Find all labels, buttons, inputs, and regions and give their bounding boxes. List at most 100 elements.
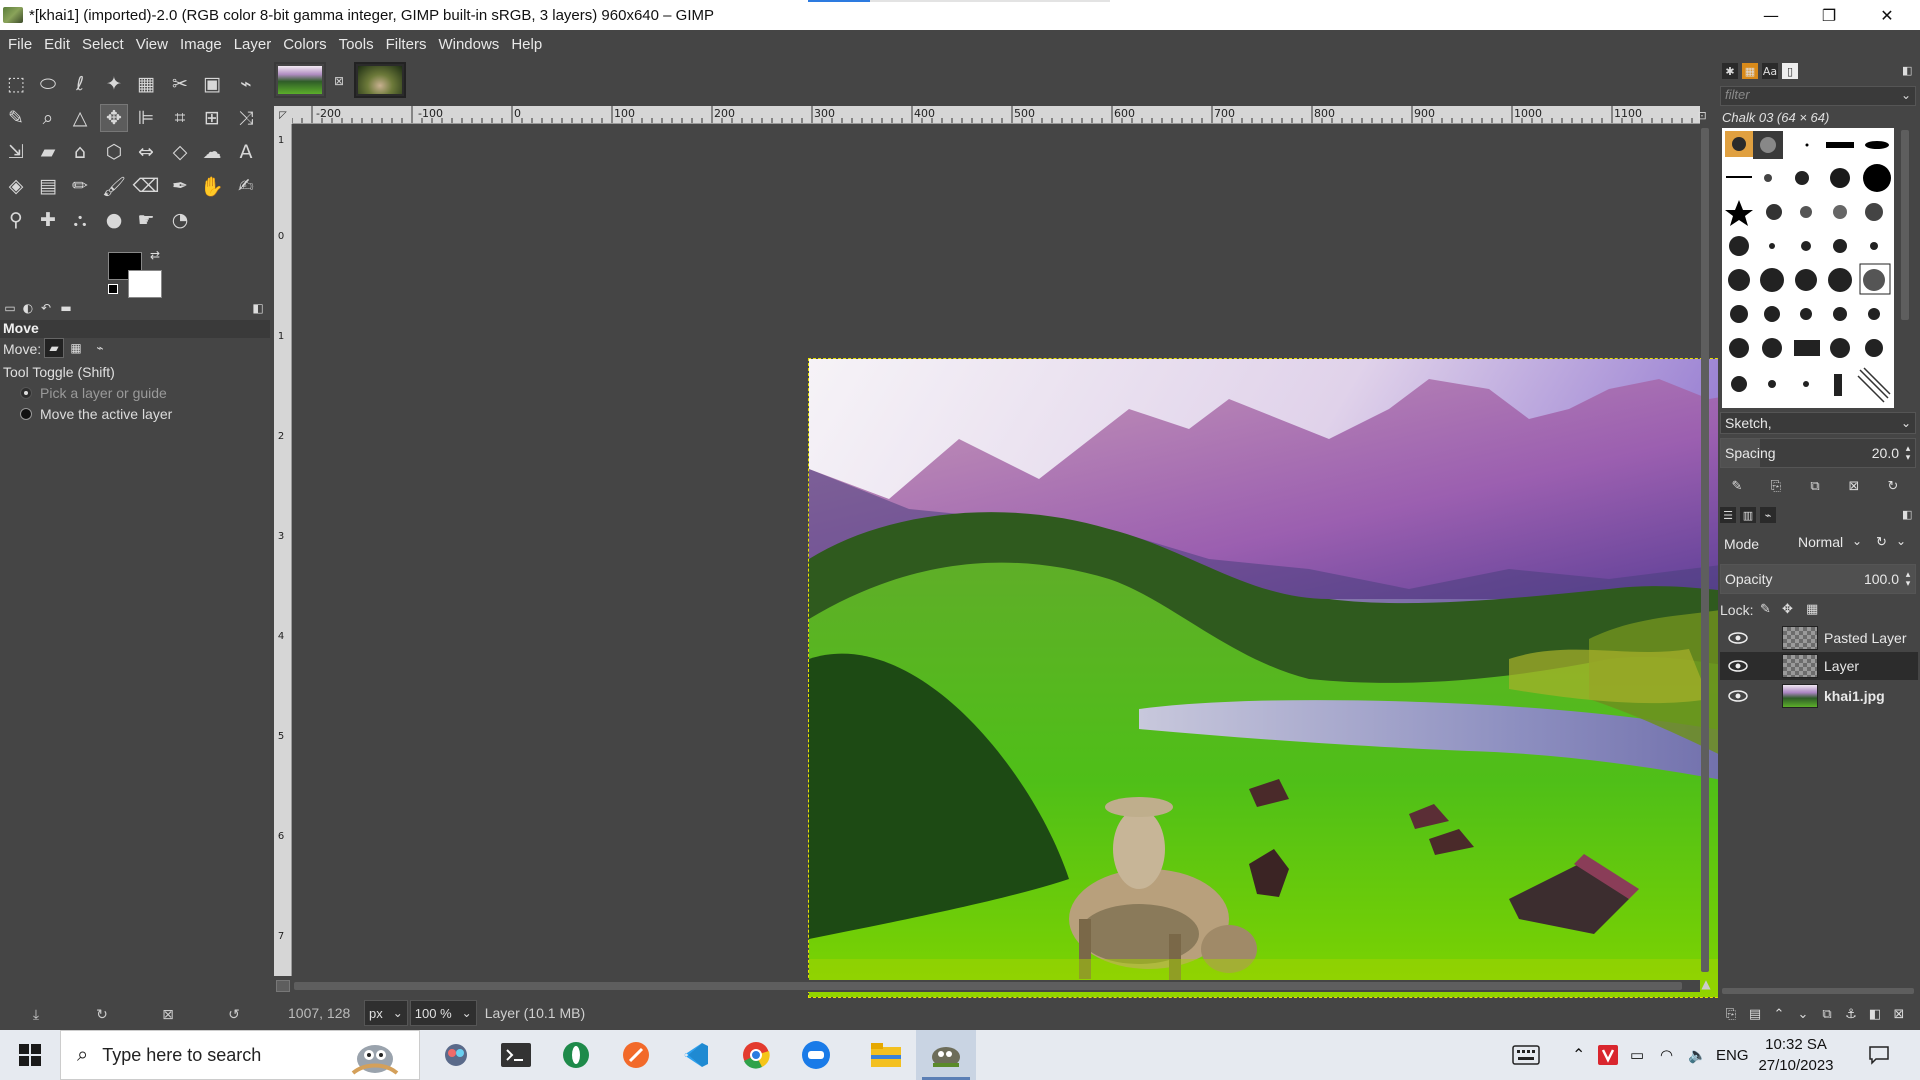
scale-tool-icon[interactable]: ⇲ (2, 138, 30, 166)
shear-tool-icon[interactable]: ▰ (34, 138, 62, 166)
taskbar-app-explorer[interactable] (856, 1030, 916, 1080)
zoom-select[interactable]: 100 % ⌄ (409, 1000, 477, 1026)
select-by-color-tool-icon[interactable]: ▦ (132, 70, 160, 98)
vertical-scrollbar[interactable] (1698, 124, 1712, 976)
cage-transform-tool-icon[interactable]: ⌂ (66, 138, 94, 166)
taskbar-app-snip[interactable] (426, 1030, 486, 1080)
battery-icon[interactable]: ▭ (1630, 1030, 1644, 1080)
delete-brush-icon[interactable]: ⊠ (1843, 476, 1865, 496)
taskbar-app-vscode[interactable] (666, 1030, 726, 1080)
brushes-tab-icon[interactable]: ✱ (1722, 63, 1738, 79)
move-selection-mode-icon[interactable]: ▦ (66, 338, 86, 358)
paintbrush-tool-icon[interactable]: 🖌 (100, 172, 128, 200)
default-colors-icon[interactable] (108, 284, 118, 294)
align-tool-icon[interactable]: ⊫ (132, 104, 160, 132)
pencil-tool-icon[interactable]: ✏ (66, 172, 94, 200)
fonts-tab-icon[interactable]: Aa (1762, 63, 1778, 79)
image-tab-buffalo[interactable] (354, 62, 406, 98)
unit-select[interactable]: px ⌄ (364, 1000, 408, 1026)
keyboard-icon[interactable] (1512, 1030, 1540, 1080)
menu-image[interactable]: Image (174, 36, 228, 53)
restore-tool-preset-icon[interactable]: ↻ (92, 1006, 112, 1024)
dock-configure-icon[interactable]: ◧ (1902, 64, 1912, 77)
lock-pixels-icon[interactable]: ✎ (1760, 602, 1771, 617)
layer-mask-icon[interactable]: ◧ (1864, 1004, 1886, 1024)
menu-help[interactable]: Help (505, 36, 548, 53)
scissors-select-tool-icon[interactable]: ✂ (166, 70, 194, 98)
brush-grid-scrollbar[interactable] (1898, 128, 1912, 408)
menu-layer[interactable]: Layer (228, 36, 278, 53)
quick-mask-toggle[interactable] (276, 980, 290, 992)
patterns-tab-icon[interactable]: ▦ (1742, 63, 1758, 79)
duplicate-brush-icon[interactable]: ⧉ (1804, 476, 1826, 496)
mypaint-brush-tool-icon[interactable]: ✍ (232, 172, 260, 200)
spin-arrows-icon[interactable]: ▴ ▾ (1903, 570, 1913, 588)
layers-tab-icon[interactable]: ☰ (1720, 507, 1736, 523)
landscape-image[interactable] (808, 358, 1768, 998)
move-active-layer-radio[interactable]: Move the active layer (20, 406, 172, 422)
eye-icon[interactable] (1726, 659, 1750, 673)
document-view[interactable] (294, 126, 1768, 998)
perspective-clone-tool-icon[interactable]: ⛬ (66, 206, 94, 234)
maximize-button[interactable]: ❐ (1800, 0, 1858, 30)
taskbar-app-green[interactable] (546, 1030, 606, 1080)
flip-tool-icon[interactable]: ⇔ (132, 138, 160, 166)
layers-hscroll[interactable] (1720, 986, 1916, 996)
delete-layer-icon[interactable]: ⊠ (1888, 1004, 1910, 1024)
eye-icon[interactable] (1726, 631, 1750, 645)
spin-arrows-icon[interactable]: ▴ ▾ (1903, 444, 1913, 462)
move-tool-icon[interactable]: ✥ (100, 104, 128, 132)
edit-brush-icon[interactable]: ✎ (1726, 476, 1748, 496)
tool-options-tab-icon[interactable]: ▭ (2, 300, 18, 316)
lock-alpha-icon[interactable]: ▦ (1806, 602, 1818, 617)
blur-tool-icon[interactable]: ● (100, 206, 128, 234)
free-select-tool-icon[interactable]: ℓ (66, 70, 94, 98)
taskbar-search[interactable]: ⌕ Type here to search (60, 1030, 420, 1080)
image-tab-khai1[interactable] (274, 62, 326, 98)
handle-transform-tool-icon[interactable]: ◇ (166, 138, 194, 166)
heal-tool-icon[interactable]: ✚ (34, 206, 62, 234)
tray-expand-icon[interactable]: ⌃ (1572, 1030, 1585, 1080)
pick-layer-radio[interactable]: Pick a layer or guide (20, 385, 167, 401)
antivirus-tray-icon[interactable] (1598, 1030, 1618, 1080)
layer-row-layer[interactable]: Layer (1720, 652, 1918, 680)
close-button[interactable]: ✕ (1858, 0, 1916, 30)
ellipse-select-tool-icon[interactable]: ⬭ (34, 70, 62, 98)
color-picker-tool-icon[interactable]: ✎ (2, 104, 30, 132)
fuzzy-select-tool-icon[interactable]: ✦ (100, 70, 128, 98)
unified-transform-tool-icon[interactable]: ⊞ (198, 104, 226, 132)
taskbar-clock[interactable]: 10:32 SA 27/10/2023 (1748, 1034, 1844, 1076)
eye-icon[interactable] (1726, 689, 1750, 703)
raise-layer-icon[interactable]: ⌃ (1768, 1004, 1790, 1024)
layers-configure-icon[interactable]: ◧ (1902, 508, 1912, 521)
image-tab-close-icon[interactable]: ⊠ (334, 74, 344, 88)
foreground-select-tool-icon[interactable]: ▣ (198, 70, 226, 98)
smudge-finger-tool-icon[interactable]: ☛ (132, 206, 160, 234)
vertical-ruler[interactable]: 1 0 1 2 3 4 5 6 7 (274, 124, 292, 976)
anchor-layer-icon[interactable]: ⚓ (1840, 1004, 1862, 1024)
volume-icon[interactable]: 🔈 (1688, 1030, 1707, 1080)
text-tool-icon[interactable]: A (232, 138, 260, 166)
warp-transform-tool-icon[interactable]: ⤨ (232, 104, 260, 132)
swap-colors-icon[interactable]: ⇄ (150, 248, 160, 262)
bucket-fill-tool-icon[interactable]: ◈ (2, 172, 30, 200)
dodge-burn-tool-icon[interactable]: ◔ (166, 206, 194, 234)
crop-tool-icon[interactable]: ⌗ (166, 104, 194, 132)
navigate-icon[interactable]: ▲ (1698, 976, 1714, 992)
ruler-corner-menu-icon[interactable]: ◸ (274, 106, 292, 124)
configure-tab-icon[interactable]: ◧ (250, 300, 266, 316)
menu-view[interactable]: View (130, 36, 174, 53)
start-button[interactable] (0, 1030, 60, 1080)
lock-position-icon[interactable]: ✥ (1782, 602, 1793, 617)
wifi-icon[interactable]: ◠ (1660, 1030, 1673, 1080)
brush-tag-select[interactable]: Sketch, ⌄ (1720, 412, 1916, 434)
zoom-to-fit-icon[interactable]: ⊡ (1694, 106, 1710, 124)
zoom-tool-icon[interactable]: ⌕ (34, 104, 62, 132)
brush-filter-input[interactable]: filter ⌄ (1720, 86, 1916, 106)
images-tab-icon[interactable]: ▬ (58, 300, 74, 316)
layer-row-pasted-layer[interactable]: Pasted Layer (1720, 624, 1918, 652)
save-tool-preset-icon[interactable]: ⤓ (26, 1006, 46, 1024)
taskbar-app-gimp[interactable] (916, 1030, 976, 1080)
menu-colors[interactable]: Colors (277, 36, 332, 53)
paths-tool-icon[interactable]: ⌁ (232, 70, 260, 98)
